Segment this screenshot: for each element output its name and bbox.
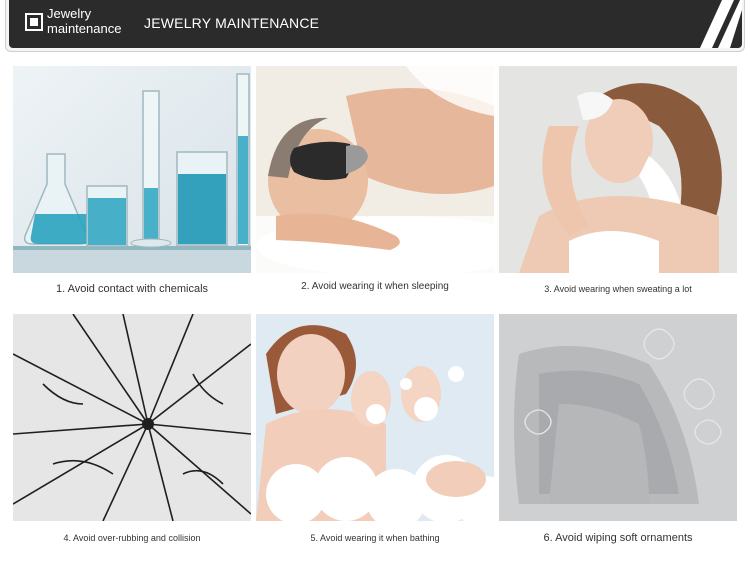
- tip-caption-1: 1. Avoid contact with chemicals: [55, 283, 209, 295]
- cleaning-cloth-icon: [499, 314, 737, 521]
- tip-image-chemicals: [13, 66, 251, 273]
- tip-image-sweating: [499, 66, 737, 273]
- tip-caption-4: 4. Avoid over-rubbing and collision: [63, 533, 201, 543]
- tip-image-bathing: [256, 314, 494, 521]
- lab-glassware-icon: [13, 66, 251, 273]
- header-banner: Jewelry maintenance JEWELRY MAINTENANCE: [9, 0, 742, 48]
- sleeping-person-icon: [256, 66, 494, 273]
- tip-caption-6: 6. Avoid wiping soft ornaments: [543, 532, 693, 544]
- tip-caption-5: 5. Avoid wearing it when bathing: [310, 533, 440, 543]
- page-title: JEWELRY MAINTENANCE: [144, 15, 320, 31]
- bubble-bath-icon: [256, 314, 494, 521]
- header-small-title: Jewelry maintenance: [47, 6, 122, 36]
- cracked-glass-icon: [13, 314, 251, 521]
- tip-image-sleeping: [256, 66, 494, 273]
- tip-caption-2: 2. Avoid wearing it when sleeping: [301, 281, 449, 292]
- square-icon: [25, 13, 43, 31]
- tip-caption-3: 3. Avoid wearing when sweating a lot: [544, 284, 692, 294]
- tip-image-collision: [13, 314, 251, 521]
- stripes-icon: [700, 0, 742, 48]
- tip-image-cloth: [499, 314, 737, 521]
- sweating-person-icon: [499, 66, 737, 273]
